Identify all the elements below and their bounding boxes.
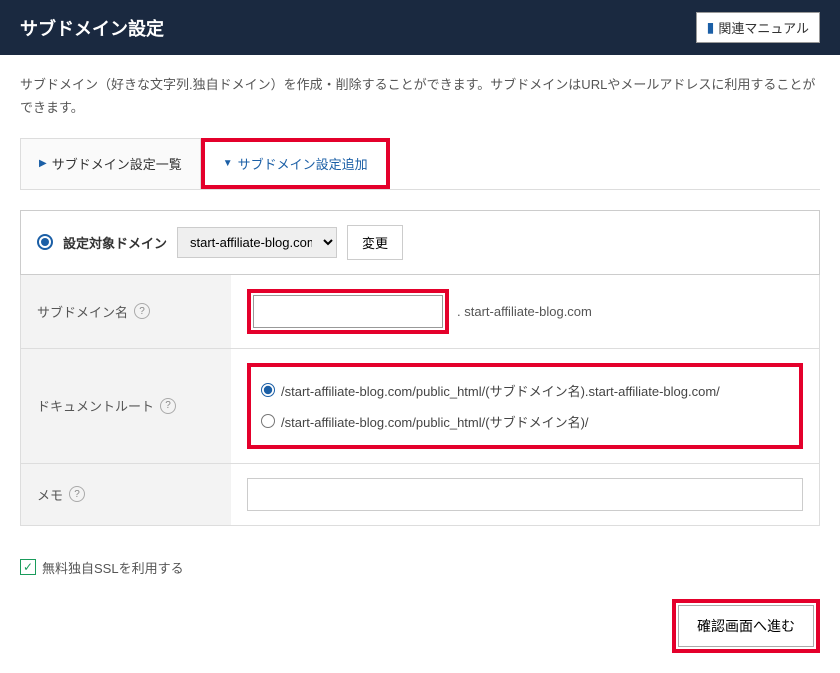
memo-label-cell: メモ ?	[21, 464, 231, 525]
docroot-option-1[interactable]: /start-affiliate-blog.com/public_html/(サ…	[261, 375, 789, 406]
page-header: サブドメイン設定 ▮ 関連マニュアル	[0, 0, 840, 55]
page-description: サブドメイン（好きな文字列.独自ドメイン）を作成・削除することができます。サブド…	[0, 55, 840, 138]
ssl-checkbox[interactable]: ✓	[20, 559, 36, 575]
subdomain-label-cell: サブドメイン名 ?	[21, 275, 231, 348]
docroot-option-2-label: /start-affiliate-blog.com/public_html/(サ…	[281, 412, 589, 431]
submit-highlight: 確認画面へ進む	[672, 599, 820, 653]
docroot-label: ドキュメントルート	[37, 396, 154, 415]
form-area: 設定対象ドメイン start-affiliate-blog.com 変更 サブド…	[0, 190, 840, 546]
target-domain-radio[interactable]	[37, 234, 53, 250]
page-title: サブドメイン設定	[20, 15, 164, 41]
tab-add[interactable]: ▼ サブドメイン設定追加	[201, 138, 390, 189]
memo-label: メモ	[37, 485, 63, 504]
manual-button[interactable]: ▮ 関連マニュアル	[696, 12, 820, 43]
tab-list-label: サブドメイン設定一覧	[52, 154, 182, 173]
subdomain-suffix: . start-affiliate-blog.com	[457, 304, 592, 319]
help-icon[interactable]: ?	[69, 486, 85, 502]
manual-button-label: 関連マニュアル	[718, 18, 809, 37]
subdomain-row: サブドメイン名 ? . start-affiliate-blog.com	[20, 275, 820, 349]
confirm-button[interactable]: 確認画面へ進む	[678, 605, 814, 647]
subdomain-label: サブドメイン名	[37, 302, 128, 321]
target-domain-label: 設定対象ドメイン	[63, 233, 167, 252]
tabs: ▶ サブドメイン設定一覧 ▼ サブドメイン設定追加	[20, 138, 820, 190]
domain-target-row: 設定対象ドメイン start-affiliate-blog.com 変更	[20, 210, 820, 275]
subdomain-input-cell: . start-affiliate-blog.com	[231, 275, 819, 348]
target-domain-select[interactable]: start-affiliate-blog.com	[177, 227, 337, 258]
docroot-option-1-label: /start-affiliate-blog.com/public_html/(サ…	[281, 381, 720, 400]
docroot-label-cell: ドキュメントルート ?	[21, 349, 231, 463]
change-button[interactable]: 変更	[347, 225, 403, 260]
book-icon: ▮	[707, 19, 715, 36]
memo-input[interactable]	[247, 478, 803, 511]
ssl-row: ✓ 無料独自SSLを利用する	[0, 546, 840, 589]
ssl-label: 無料独自SSLを利用する	[42, 558, 184, 577]
memo-input-cell	[231, 464, 819, 525]
docroot-radio-2[interactable]	[261, 414, 275, 428]
docroot-radio-1[interactable]	[261, 383, 275, 397]
submit-area: 確認画面へ進む	[0, 589, 840, 673]
docroot-input-cell: /start-affiliate-blog.com/public_html/(サ…	[231, 349, 819, 463]
tab-add-label: サブドメイン設定追加	[238, 154, 368, 173]
subdomain-highlight	[247, 289, 449, 334]
docroot-highlight: /start-affiliate-blog.com/public_html/(サ…	[247, 363, 803, 449]
docroot-row: ドキュメントルート ? /start-affiliate-blog.com/pu…	[20, 349, 820, 464]
memo-row: メモ ?	[20, 464, 820, 526]
docroot-option-2[interactable]: /start-affiliate-blog.com/public_html/(サ…	[261, 406, 789, 437]
subdomain-input[interactable]	[253, 295, 443, 328]
tab-list[interactable]: ▶ サブドメイン設定一覧	[20, 138, 201, 189]
help-icon[interactable]: ?	[134, 303, 150, 319]
help-icon[interactable]: ?	[160, 398, 176, 414]
chevron-down-icon: ▼	[223, 158, 233, 169]
chevron-right-icon: ▶	[39, 158, 47, 169]
